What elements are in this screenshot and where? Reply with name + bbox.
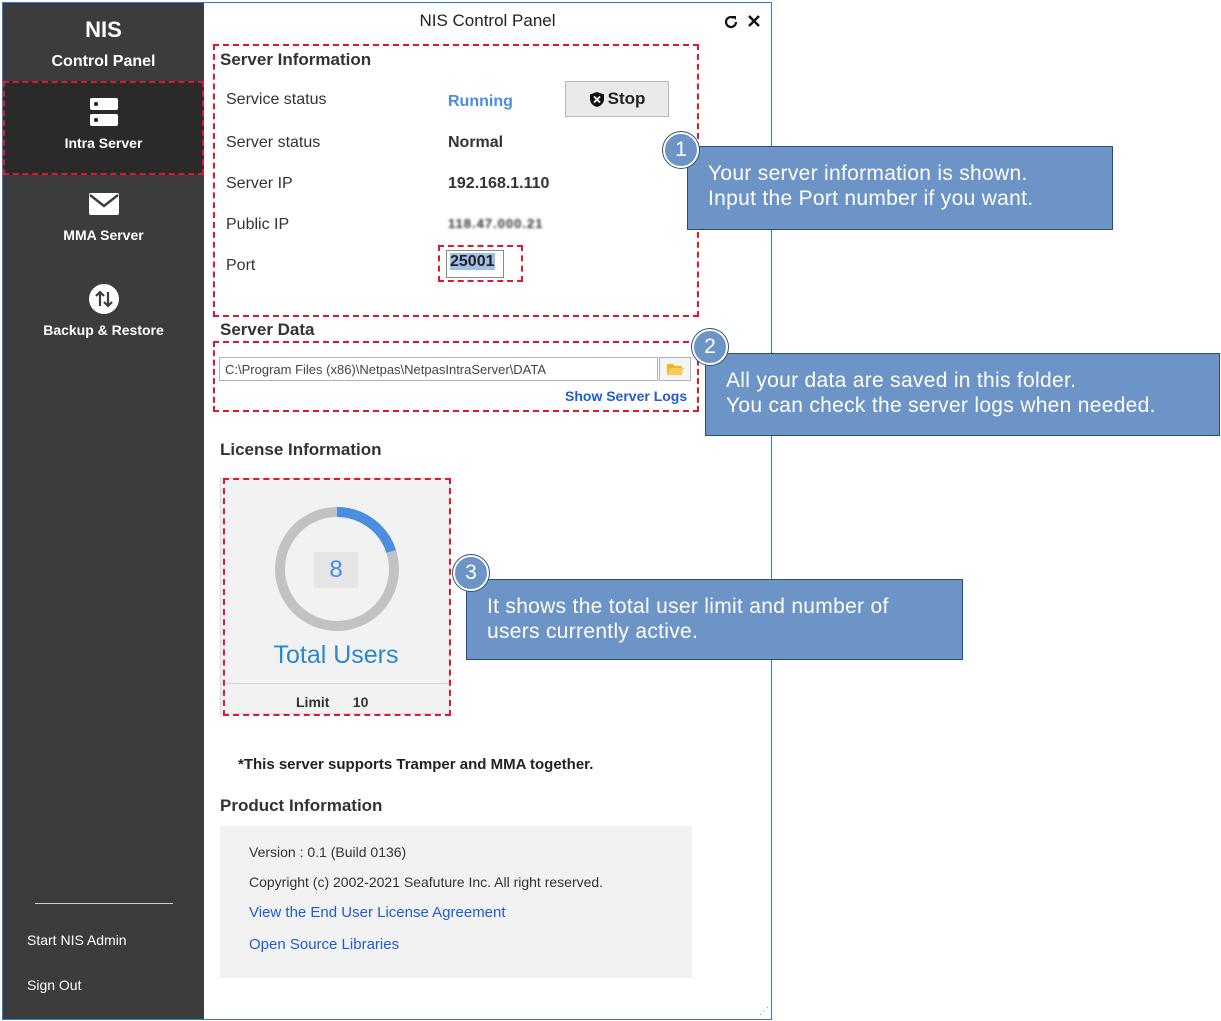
license-highlight bbox=[223, 478, 451, 716]
callout-text-line: users currently active. bbox=[487, 620, 699, 643]
version-row: Version : 0.1 (Build 0136) bbox=[249, 844, 406, 860]
resize-grip-icon[interactable]: ⋰ bbox=[759, 1006, 769, 1017]
mail-icon bbox=[88, 193, 119, 215]
close-icon[interactable] bbox=[747, 14, 761, 28]
sidebar-item-intra-server[interactable]: Intra Server bbox=[3, 81, 204, 175]
show-server-logs-link[interactable]: Show Server Logs bbox=[565, 388, 687, 404]
refresh-icon[interactable] bbox=[723, 14, 739, 30]
sidebar-divider bbox=[35, 903, 173, 904]
port-value: 25001 bbox=[450, 253, 495, 270]
port-label: Port bbox=[226, 257, 256, 274]
version-value: 0.1 (Build 0136) bbox=[307, 844, 407, 860]
callout-badge-2: 2 bbox=[692, 329, 728, 365]
eula-link[interactable]: View the End User License Agreement bbox=[249, 904, 506, 921]
sidebar-item-label: MMA Server bbox=[63, 227, 144, 243]
server-icon bbox=[89, 98, 118, 126]
public-ip-label: Public IP bbox=[226, 216, 290, 233]
shield-icon bbox=[589, 91, 604, 107]
brand: NIS Control Panel bbox=[3, 17, 204, 71]
folder-icon bbox=[667, 364, 684, 375]
data-path-field[interactable]: C:\Program Files (x86)\Netpas\NetpasIntr… bbox=[219, 357, 658, 381]
backup-restore-icon bbox=[88, 284, 119, 314]
port-input[interactable]: 25001 bbox=[446, 250, 504, 278]
server-data-title: Server Data bbox=[220, 320, 315, 339]
version-label: Version : bbox=[249, 844, 304, 860]
server-ip-label: Server IP bbox=[226, 175, 293, 192]
server-ip-value: 192.168.1.110 bbox=[448, 175, 550, 192]
callout-text-line: All your data are saved in this folder. bbox=[726, 369, 1077, 392]
server-status-value: Normal bbox=[448, 134, 504, 151]
callout-badge-1: 1 bbox=[663, 132, 699, 168]
sign-out-link[interactable]: Sign Out bbox=[27, 977, 81, 993]
title-bar: NIS Control Panel bbox=[204, 3, 771, 37]
brand-title: NIS bbox=[85, 17, 122, 42]
support-note: *This server supports Tramper and MMA to… bbox=[238, 756, 594, 773]
sidebar: NIS Control Panel Intra Server MMA Serve… bbox=[3, 3, 204, 1019]
sidebar-item-mma-server[interactable]: MMA Server bbox=[3, 175, 204, 269]
brand-subtitle: Control Panel bbox=[51, 53, 156, 70]
product-info-title: Product Information bbox=[220, 796, 383, 815]
sidebar-item-backup-restore[interactable]: Backup & Restore bbox=[3, 270, 204, 364]
stop-button-label: Stop bbox=[607, 89, 646, 108]
callout-text-line: You can check the server logs when neede… bbox=[726, 394, 1156, 417]
callout-text-line: Your server information is shown. bbox=[708, 162, 1028, 185]
callout-text-line: It shows the total user limit and number… bbox=[487, 595, 889, 618]
browse-folder-button[interactable] bbox=[659, 357, 691, 381]
start-nis-admin-link[interactable]: Start NIS Admin bbox=[27, 932, 127, 948]
copyright-text: Copyright (c) 2002-2021 Seafuture Inc. A… bbox=[249, 874, 604, 890]
callout-3: It shows the total user limit and number… bbox=[466, 579, 963, 660]
server-info-title: Server Information bbox=[220, 50, 372, 69]
callout-1: Your server information is shown. Input … bbox=[687, 146, 1113, 230]
stop-button[interactable]: Stop bbox=[565, 81, 669, 117]
callout-text-line: Input the Port number if you want. bbox=[708, 187, 1034, 210]
window-title: NIS Control Panel bbox=[419, 11, 556, 30]
callout-badge-3: 3 bbox=[453, 555, 489, 591]
public-ip-value: 118.47.000.21 bbox=[448, 216, 544, 231]
server-status-label: Server status bbox=[226, 134, 321, 151]
open-source-libraries-link[interactable]: Open Source Libraries bbox=[249, 936, 399, 953]
service-status-value: Running bbox=[448, 93, 513, 110]
callout-2: All your data are saved in this folder. … bbox=[705, 353, 1220, 436]
service-status-label: Service status bbox=[226, 91, 327, 108]
license-info-title: License Information bbox=[220, 440, 382, 459]
sidebar-item-label: Backup & Restore bbox=[43, 322, 164, 338]
sidebar-item-label: Intra Server bbox=[64, 135, 143, 151]
